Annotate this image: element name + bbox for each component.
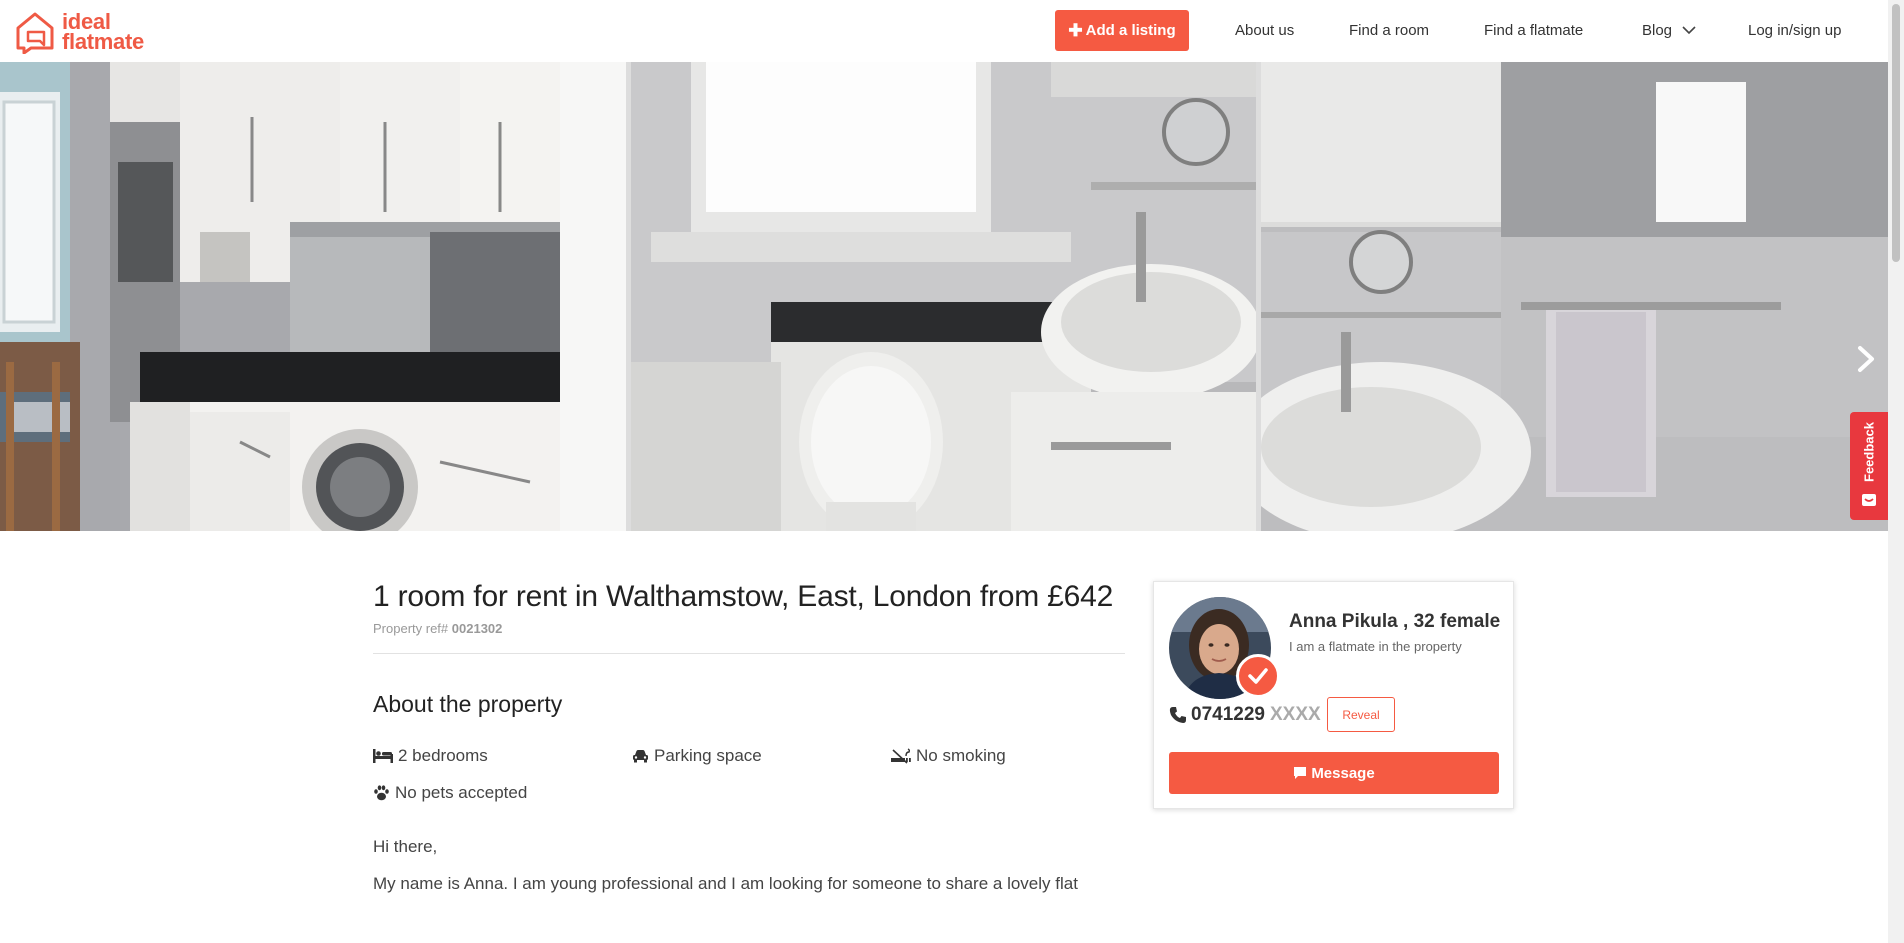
property-ref-label: Property ref# <box>373 621 449 636</box>
logo-text: ideal flatmate <box>62 11 144 54</box>
add-listing-button[interactable]: ✚ Add a listing <box>1055 10 1189 51</box>
chevron-right-icon[interactable] <box>1852 342 1880 376</box>
phone-visible-digits: 0741229 <box>1191 704 1265 725</box>
contact-card: Anna Pikula , 32 female I am a flatmate … <box>1153 581 1514 809</box>
gallery-photo-bathroom-towel[interactable] <box>1261 62 1888 531</box>
logo-line2: flatmate <box>62 29 144 54</box>
description-paragraph: Hi there, <box>373 837 438 856</box>
nav-blog-label: Blog <box>1642 22 1673 39</box>
nav-find-a-flatmate[interactable]: Find a flatmate <box>1484 22 1583 39</box>
feedback-chat-icon <box>1862 494 1876 506</box>
message-button-label: Message <box>1311 764 1375 782</box>
feedback-tab[interactable]: Feedback <box>1850 412 1888 520</box>
property-features: 2 bedrooms Parking space No smoking No p… <box>373 746 1125 802</box>
site-header: ideal flatmate ✚ Add a listing About us … <box>0 0 1888 62</box>
gallery-photo-kitchen[interactable] <box>0 62 626 531</box>
divider <box>373 653 1125 654</box>
paw-icon <box>374 784 389 800</box>
feature-bedrooms: 2 bedrooms <box>373 746 632 765</box>
logo[interactable]: ideal flatmate <box>14 10 144 54</box>
feature-no-smoking-label: No smoking <box>916 745 1006 765</box>
add-listing-label: Add a listing <box>1085 22 1176 39</box>
feedback-label: Feedback <box>1861 422 1877 482</box>
contact-name: Anna Pikula , 32 female <box>1289 611 1501 632</box>
listing-title: 1 room for rent in Walthamstow, East, Lo… <box>373 580 1114 613</box>
scrollbar-thumb[interactable] <box>1892 4 1900 262</box>
description-paragraph: My name is Anna. I am young professional… <box>373 874 1078 893</box>
photo-gallery <box>0 62 1888 531</box>
property-ref: Property ref# 0021302 <box>373 621 1125 636</box>
feature-no-pets: No pets accepted <box>373 783 632 802</box>
feature-parking-label: Parking space <box>654 745 762 765</box>
nav-login-signup[interactable]: Log in/sign up <box>1748 22 1841 39</box>
reveal-phone-button[interactable]: Reveal <box>1327 697 1395 732</box>
phone-masked-digits: XXXX <box>1269 704 1321 725</box>
house-chat-logo-icon <box>16 12 54 54</box>
nav-find-a-room[interactable]: Find a room <box>1349 22 1429 39</box>
gallery-photo-bathroom-toilet[interactable] <box>631 62 1256 531</box>
phone-icon <box>1169 707 1186 723</box>
phone-number: 0741229 XXXX <box>1169 704 1321 726</box>
message-icon <box>1294 767 1307 779</box>
feature-parking: Parking space <box>632 746 891 765</box>
check-icon <box>1248 668 1268 684</box>
car-icon <box>633 749 648 762</box>
nav-blog[interactable]: Blog <box>1642 22 1696 39</box>
chevron-down-icon <box>1682 26 1696 35</box>
feature-no-smoking: No smoking <box>891 746 1125 765</box>
listing-description: Hi there, My name is Anna. I am young pr… <box>373 837 1125 893</box>
plus-icon: ✚ <box>1068 20 1083 40</box>
nav-about-us[interactable]: About us <box>1235 22 1294 39</box>
message-button[interactable]: Message <box>1169 752 1499 794</box>
no-smoking-icon <box>891 747 911 764</box>
page-scrollbar[interactable] <box>1888 0 1904 943</box>
feature-bedrooms-label: 2 bedrooms <box>398 745 488 765</box>
property-ref-number: 0021302 <box>451 621 503 636</box>
bed-icon <box>373 748 393 763</box>
about-property-heading: About the property <box>373 691 563 717</box>
verified-badge <box>1236 654 1280 698</box>
feature-no-pets-label: No pets accepted <box>395 782 528 802</box>
contact-role: I am a flatmate in the property <box>1289 639 1462 654</box>
listing-main: 1 room for rent in Walthamstow, East, Lo… <box>373 580 1125 911</box>
